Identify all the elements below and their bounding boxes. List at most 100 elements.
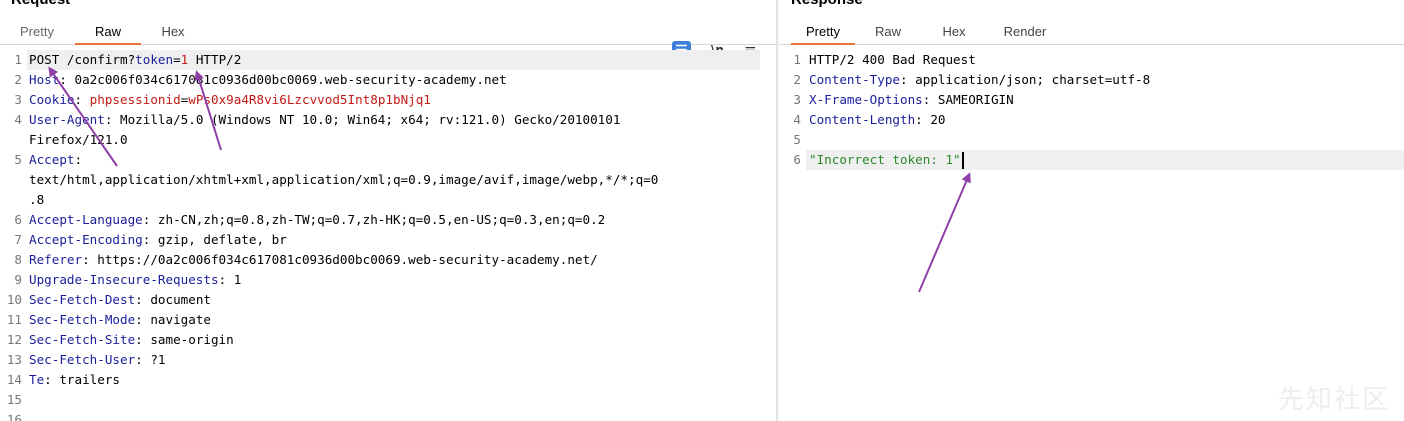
tab-pretty[interactable]: Pretty — [791, 22, 855, 45]
code-line[interactable]: 6 Accept-Language: zh-CN,zh;q=0.8,zh-TW;q… — [0, 210, 776, 230]
code-line[interactable]: 1 HTTP/2 400 Bad Request — [779, 50, 1404, 70]
text-segment: : trailers — [44, 372, 120, 387]
text-segment: : zh-CN,zh;q=0.8,zh-TW;q=0.7,zh-HK;q=0.5… — [142, 212, 606, 227]
code-line[interactable]: 8 Referer: https://0a2c006f034c617081c093… — [0, 250, 776, 270]
text-segment: : — [59, 72, 75, 87]
text-segment: : https://0a2c006f034c617081c0936d00bc00… — [82, 252, 598, 267]
code-line[interactable]: 3 X-Frame-Options: SAMEORIGIN — [779, 90, 1404, 110]
header-name: Accept — [29, 152, 75, 167]
code-line[interactable]: 2 Content-Type: application/json; charset… — [779, 70, 1404, 90]
text-segment: text/html,application/xhtml+xml,applicat… — [29, 172, 659, 187]
tab-hex[interactable]: Hex — [152, 22, 194, 44]
response-tabbar: Pretty Raw Hex Render — [779, 19, 1404, 45]
code-line[interactable]: .8 — [0, 190, 776, 210]
header-name: Sec-Fetch-User — [29, 352, 136, 367]
code-line[interactable]: 5 Accept: — [0, 150, 776, 170]
line-number: 4 — [793, 112, 801, 127]
text-segment: Firefox/121.0 — [29, 132, 128, 147]
line-number: 5 — [793, 132, 801, 147]
line-content: Sec-Fetch-Site: same-origin — [29, 330, 234, 350]
header-name: Te — [29, 372, 45, 387]
tab-raw[interactable]: Raw — [75, 22, 141, 45]
line-number: 13 — [6, 352, 22, 367]
text-segment: : SAMEORIGIN — [922, 92, 1014, 107]
header-name: X-Frame-Options — [809, 92, 923, 107]
code-line[interactable]: text/html,application/xhtml+xml,applicat… — [0, 170, 776, 190]
code-line[interactable]: 6 "Incorrect token: 1" — [779, 150, 1404, 170]
line-content: Accept: — [29, 150, 82, 170]
line-number: 8 — [14, 252, 22, 267]
line-number: 10 — [6, 292, 22, 307]
line-content: .8 — [29, 190, 44, 210]
code-line[interactable]: 14 Te: trailers — [0, 370, 776, 390]
header-name: Content-Type — [809, 72, 900, 87]
text-segment: : navigate — [135, 312, 211, 327]
header-name: Sec-Fetch-Dest — [29, 292, 136, 307]
text-segment: : same-origin — [135, 332, 234, 347]
code-line[interactable]: 4 User-Agent: Mozilla/5.0 (Windows NT 10.… — [0, 110, 776, 130]
line-number: 9 — [14, 272, 22, 287]
code-line[interactable]: 2 Host: 0a2c006f034c617081c0936d00bc0069.… — [0, 70, 776, 90]
header-name: Referer — [29, 252, 83, 267]
code-line[interactable]: 3 Cookie: phpsessionid=wPs0x9a4R8vi6Lzcvv… — [0, 90, 776, 110]
header-name: Sec-Fetch-Mode — [29, 312, 136, 327]
text-segment: : document — [135, 292, 211, 307]
line-number: 2 — [793, 72, 801, 87]
header-name: Sec-Fetch-Site — [29, 332, 136, 347]
code-line[interactable]: Firefox/121.0 — [0, 130, 776, 150]
text-segment: = — [173, 52, 181, 67]
code-line[interactable]: 7 Accept-Encoding: gzip, deflate, br — [0, 230, 776, 250]
line-content: Upgrade-Insecure-Requests: 1 — [29, 270, 241, 290]
code-line[interactable]: 15 — [0, 390, 776, 410]
code-line[interactable]: 1 POST /confirm?token=1 HTTP/2 — [0, 50, 776, 70]
line-content: text/html,application/xhtml+xml,applicat… — [29, 170, 658, 190]
code-line[interactable]: 11 Sec-Fetch-Mode: navigate — [0, 310, 776, 330]
line-content: Referer: https://0a2c006f034c617081c0936… — [29, 250, 598, 270]
code-line[interactable]: 13 Sec-Fetch-User: ?1 — [0, 350, 776, 370]
code-line[interactable]: 4 Content-Length: 20 — [779, 110, 1404, 130]
text-cursor — [961, 152, 964, 169]
text-segment: : Mozilla/5.0 (Windows NT 10.0; Win64; x… — [104, 112, 621, 127]
text-segment: POST /confirm? — [29, 52, 136, 67]
text-segment: HTTP/2 400 Bad Request — [809, 52, 976, 67]
line-number: 4 — [14, 112, 22, 127]
response-pane: Response Pretty Raw Hex Render 1 HTTP/2 4… — [779, 0, 1404, 421]
line-number: 1 — [793, 52, 801, 67]
line-content: Content-Length: 20 — [809, 110, 946, 130]
tab-pretty[interactable]: Pretty — [10, 22, 64, 44]
response-editor[interactable]: 1 HTTP/2 400 Bad Request 2 Content-Type: ap… — [779, 50, 1404, 421]
line-number: 11 — [6, 312, 22, 327]
line-number: 15 — [6, 392, 22, 407]
line-number: 6 — [793, 152, 801, 167]
code-line[interactable]: 5 — [779, 130, 1404, 150]
line-content: User-Agent: Mozilla/5.0 (Windows NT 10.0… — [29, 110, 620, 130]
header-name: User-Agent — [29, 112, 105, 127]
request-pane: Request Pretty Raw Hex \n ≡ 1 POST /confi… — [0, 0, 776, 421]
request-tabbar: Pretty Raw Hex \n ≡ — [0, 19, 776, 59]
text-segment: phpsessionid — [89, 92, 181, 107]
tab-raw[interactable]: Raw — [869, 22, 907, 44]
header-name: Upgrade-Insecure-Requests — [29, 272, 219, 287]
request-editor[interactable]: 1 POST /confirm?token=1 HTTP/2 2 Host: 0a2c… — [0, 50, 776, 421]
line-content: Sec-Fetch-User: ?1 — [29, 350, 166, 370]
line-content: Firefox/121.0 — [29, 130, 128, 150]
text-segment: : — [74, 92, 90, 107]
line-number: 14 — [6, 372, 22, 387]
line-number: 7 — [14, 232, 22, 247]
text-segment: : gzip, deflate, br — [142, 232, 287, 247]
header-name: Content-Length — [809, 112, 916, 127]
text-segment: wPs0x9a4R8vi6Lzcvvod5Int8p1bNjq1 — [188, 92, 431, 107]
code-line[interactable]: 9 Upgrade-Insecure-Requests: 1 — [0, 270, 776, 290]
line-number: 5 — [14, 152, 22, 167]
code-line[interactable]: 12 Sec-Fetch-Site: same-origin — [0, 330, 776, 350]
line-number: 1 — [14, 52, 22, 67]
text-segment: .8 — [29, 192, 45, 207]
line-content: X-Frame-Options: SAMEORIGIN — [809, 90, 1014, 110]
code-line[interactable]: 10 Sec-Fetch-Dest: document — [0, 290, 776, 310]
tab-hex[interactable]: Hex — [933, 22, 975, 44]
tab-render[interactable]: Render — [998, 22, 1052, 44]
line-content: HTTP/2 400 Bad Request — [809, 50, 976, 70]
line-number: 3 — [793, 92, 801, 107]
code-line[interactable]: 16 — [0, 410, 776, 421]
text-segment: "Incorrect token: 1" — [809, 152, 961, 167]
